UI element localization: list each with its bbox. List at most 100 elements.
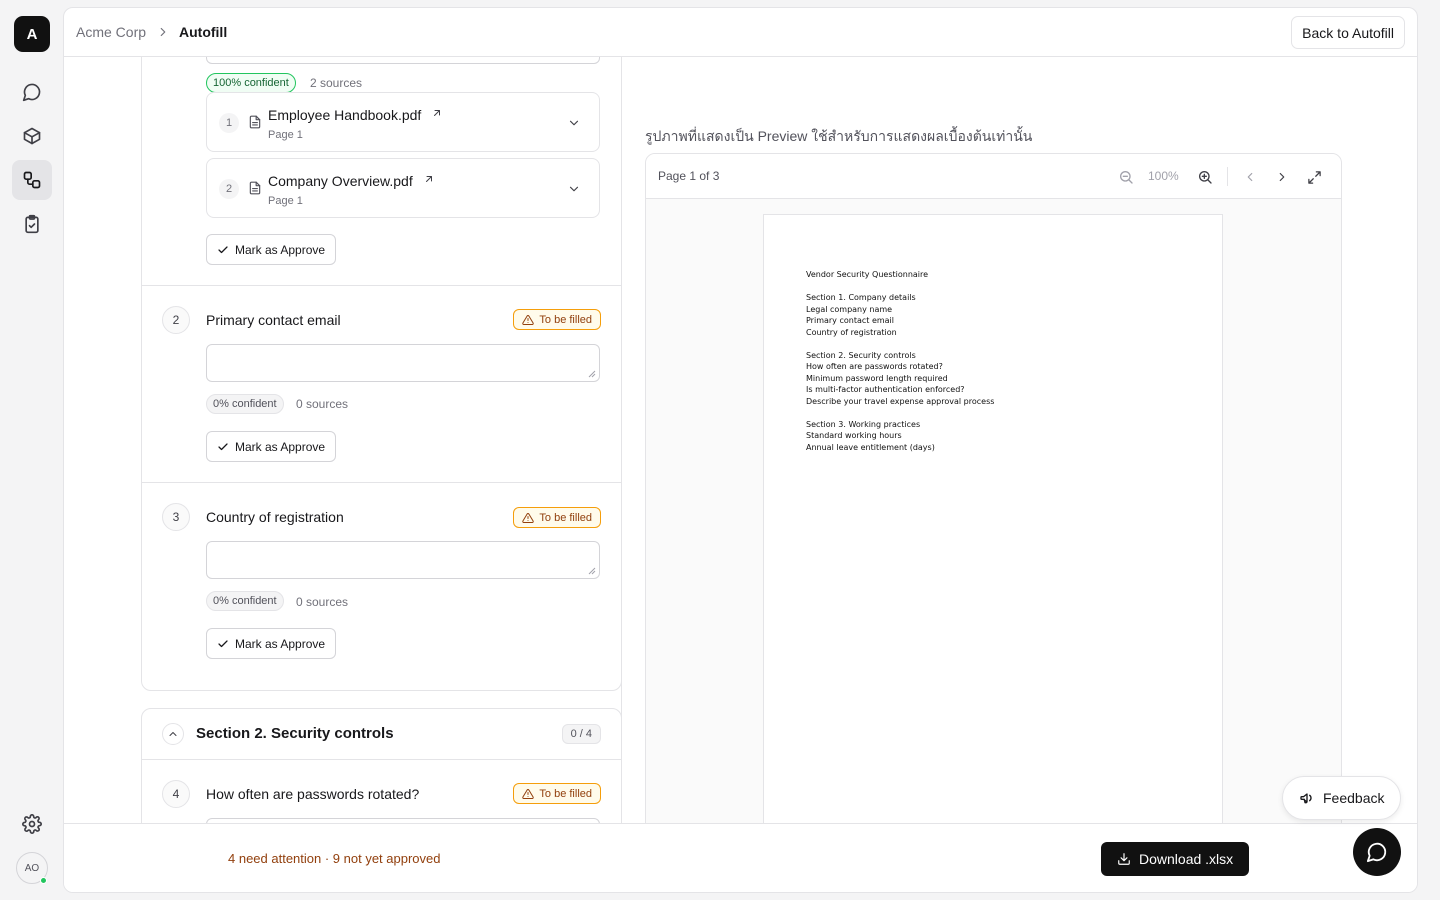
collapse-section-button[interactable] <box>162 723 184 745</box>
next-page-button[interactable] <box>1272 167 1292 187</box>
megaphone-icon <box>1300 793 1312 804</box>
sources-count: 0 sources <box>296 397 349 411</box>
doc-line-gap <box>806 407 1222 419</box>
divider <box>142 285 621 286</box>
sources-count: 2 sources <box>310 76 363 90</box>
zoom-level: 100% <box>1148 169 1179 183</box>
section-progress-badge: 0 / 4 <box>561 724 601 744</box>
section-2-card: Section 2. Security controls 0 / 4 4 How… <box>141 708 621 824</box>
chevron-up-icon <box>169 732 177 736</box>
external-link-icon[interactable] <box>423 173 435 185</box>
source-number: 2 <box>219 179 239 199</box>
doc-line-gap <box>806 281 1222 293</box>
tasks-nav-button[interactable] <box>12 204 52 244</box>
fullscreen-button[interactable] <box>1304 167 1324 187</box>
previous-page-button[interactable] <box>1240 167 1260 187</box>
attention-summary: 4 need attention · 9 not yet approved <box>228 851 441 866</box>
question-number: 4 <box>162 780 190 808</box>
chevron-left-icon <box>1247 172 1253 182</box>
approve-label: Mark as Approve <box>235 439 326 454</box>
doc-line: Section 1. Company details <box>806 293 916 302</box>
source-name[interactable]: Employee Handbook.pdf <box>268 107 421 123</box>
app-logo[interactable]: A <box>14 16 50 52</box>
questionnaire-column[interactable]: 100% confident 2 sources 1 Employee Hand… <box>64 57 622 824</box>
box-icon <box>23 127 41 145</box>
approve-label: Mark as Approve <box>235 242 326 257</box>
toolbar-separator <box>1227 167 1228 186</box>
check-icon <box>218 245 228 253</box>
zoom-out-icon <box>1120 171 1133 184</box>
status-badge: To be filled <box>513 783 601 804</box>
zoom-in-button[interactable] <box>1195 167 1215 187</box>
mark-as-approve-button[interactable]: Mark as Approve <box>206 234 337 265</box>
main-panel: Acme Corp Autofill Back to Autofill 100%… <box>63 7 1418 893</box>
answer-field[interactable] <box>206 344 600 382</box>
source-page: Page 1 <box>268 129 303 141</box>
doc-line-gap <box>806 338 1222 350</box>
document-page: Vendor Security Questionnaire Section 1.… <box>763 214 1223 852</box>
alert-triangle-icon <box>522 788 535 799</box>
settings-button[interactable] <box>12 804 52 844</box>
chevron-right-icon <box>1279 172 1285 182</box>
confidence-badge: 0% confident <box>206 591 284 611</box>
doc-line: Standard working hours <box>806 431 902 440</box>
page-indicator: Page 1 of 3 <box>658 169 720 183</box>
mark-as-approve-button[interactable]: Mark as Approve <box>206 431 337 462</box>
online-status-dot <box>40 877 47 884</box>
preview-disclaimer: รูปภาพที่แสดงเป็น Preview ใช้สำหรับการแส… <box>645 128 1033 144</box>
clipboard-check-icon <box>25 214 39 234</box>
file-text-icon <box>249 181 261 195</box>
chat-nav-button[interactable] <box>12 72 52 112</box>
status-label: To be filled <box>539 313 592 326</box>
document-viewer: Page 1 of 3 100% Vendor Security Questio… <box>645 153 1342 853</box>
gear-icon <box>22 814 42 834</box>
confidence-badge: 100% confident <box>206 73 296 93</box>
answer-field[interactable] <box>206 541 600 579</box>
status-badge: To be filled <box>513 507 601 528</box>
section-title: Section 2. Security controls <box>196 725 394 742</box>
feedback-label: Feedback <box>1323 790 1385 806</box>
section-header[interactable]: Section 2. Security controls 0 / 4 <box>142 709 621 760</box>
zoom-out-button[interactable] <box>1116 167 1136 187</box>
chevron-down-icon[interactable] <box>567 116 581 130</box>
question-number: 2 <box>162 306 190 334</box>
message-circle-icon <box>1366 842 1387 863</box>
doc-line: Vendor Security Questionnaire <box>806 270 929 279</box>
doc-line: Describe your travel expense approval pr… <box>806 396 995 406</box>
source-name[interactable]: Company Overview.pdf <box>268 173 413 189</box>
doc-line: Is multi-factor authentication enforced? <box>806 385 965 394</box>
download-xlsx-button[interactable]: Download .xlsx <box>1101 842 1250 876</box>
answer-field-1[interactable] <box>206 57 600 64</box>
resize-grip-icon[interactable] <box>588 370 596 378</box>
chevron-down-icon[interactable] <box>567 182 581 196</box>
chat-launcher-button[interactable] <box>1353 828 1401 876</box>
doc-line: Section 2. Security controls <box>806 350 916 360</box>
confidence-badge: 0% confident <box>206 394 284 414</box>
package-nav-button[interactable] <box>12 116 52 156</box>
question-number: 3 <box>162 503 190 531</box>
source-item[interactable]: 2 Company Overview.pdf Page 1 <box>206 158 600 218</box>
status-label: To be filled <box>539 511 592 524</box>
file-text-icon <box>249 115 261 129</box>
maximize-icon <box>1307 170 1321 184</box>
back-to-autofill-button[interactable]: Back to Autofill <box>1291 16 1405 49</box>
autofill-nav-button[interactable] <box>12 160 52 200</box>
doc-line: Primary contact email <box>806 316 894 325</box>
divider <box>142 482 621 483</box>
viewer-toolbar: Page 1 of 3 100% <box>646 154 1341 199</box>
mark-as-approve-button[interactable]: Mark as Approve <box>206 628 337 659</box>
chevron-right-icon <box>156 25 170 44</box>
workflow-icon <box>23 171 41 189</box>
source-number: 1 <box>219 113 239 133</box>
download-label: Download .xlsx <box>1139 851 1234 867</box>
chat-icon <box>22 83 41 102</box>
approve-label: Mark as Approve <box>235 636 326 651</box>
external-link-icon[interactable] <box>431 107 443 119</box>
source-item[interactable]: 1 Employee Handbook.pdf Page 1 <box>206 92 600 152</box>
status-label: To be filled <box>539 787 592 800</box>
resize-grip-icon[interactable] <box>588 567 596 575</box>
question-text: How often are passwords rotated? <box>206 786 420 802</box>
download-icon <box>1118 853 1130 865</box>
feedback-button[interactable]: Feedback <box>1282 776 1402 820</box>
breadcrumb-org[interactable]: Acme Corp <box>76 24 146 40</box>
